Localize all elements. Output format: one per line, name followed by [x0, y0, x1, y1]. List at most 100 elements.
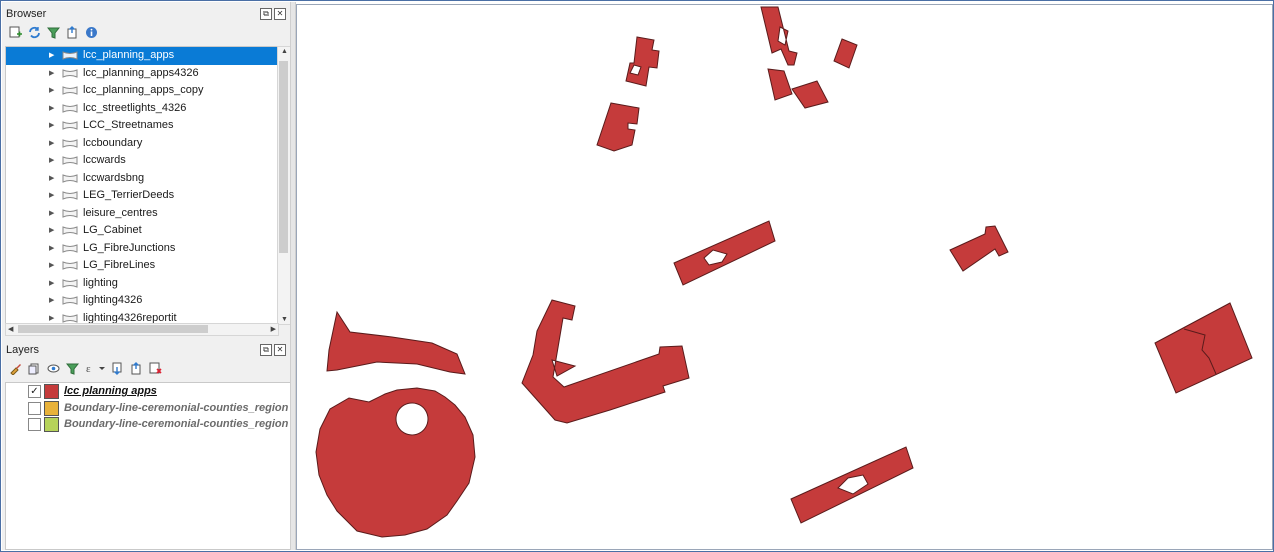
layer-symbol-swatch[interactable]	[44, 384, 59, 399]
browser-item[interactable]: ▶ LCC_Streetnames	[6, 117, 278, 135]
map-feature	[521, 299, 690, 424]
postgis-table-icon	[62, 86, 78, 95]
layers-tree[interactable]: ✓ lcc planning apps Boundary-line-ceremoni…	[5, 382, 291, 550]
layer-symbol-swatch[interactable]	[44, 417, 59, 432]
browser-item[interactable]: ▶ LG_FibreLines	[6, 257, 278, 275]
expand-arrow-icon[interactable]: ▶	[49, 100, 54, 118]
browser-horizontal-scrollbar[interactable]: ◀ ▶	[5, 323, 279, 336]
expand-arrow-icon[interactable]: ▶	[49, 117, 54, 135]
browser-item[interactable]: ▶ lighting4326	[6, 292, 278, 310]
map-feature	[596, 102, 640, 152]
browser-item[interactable]: ▶ lccwardsbng	[6, 170, 278, 188]
browser-item[interactable]: ▶ lccwards	[6, 152, 278, 170]
add-selected-layers-icon[interactable]	[8, 25, 23, 40]
browser-item-label: LG_Cabinet	[83, 224, 142, 236]
scroll-up-icon[interactable]: ▲	[281, 48, 288, 55]
expand-arrow-icon[interactable]: ▶	[49, 170, 54, 188]
expand-arrow-icon[interactable]: ▶	[49, 257, 54, 275]
expand-arrow-icon[interactable]: ▶	[49, 240, 54, 258]
browser-item-label: lccboundary	[83, 136, 143, 149]
qgis-window: Browser ⧉ ✕ ▶ lcc_planning_apps ▶ lcc_plann…	[0, 0, 1274, 552]
manage-visibility-icon[interactable]	[46, 361, 61, 376]
browser-item-label: LCC_Streetnames	[83, 119, 174, 131]
collapse-all-icon[interactable]	[129, 361, 144, 376]
layers-float-button[interactable]: ⧉	[260, 344, 272, 356]
layer-symbol-swatch[interactable]	[44, 400, 59, 416]
expand-arrow-icon[interactable]: ▶	[49, 275, 54, 293]
map-feature	[315, 387, 476, 538]
filter-expression-icon[interactable]: ε	[84, 361, 106, 376]
map-feature	[673, 220, 776, 286]
info-icon[interactable]	[84, 25, 99, 40]
browser-panel-title: Browser	[6, 8, 47, 20]
browser-item[interactable]: ▶ lcc_streetlights_4326	[6, 100, 278, 118]
remove-layer-icon[interactable]	[148, 361, 163, 376]
expand-arrow-icon[interactable]: ▶	[49, 82, 54, 100]
browser-item[interactable]: ▶ leisure_centres	[6, 205, 278, 223]
browser-tree[interactable]: ▶ lcc_planning_apps ▶ lcc_planning_apps4326…	[5, 46, 279, 324]
expand-arrow-icon[interactable]: ▶	[49, 187, 54, 205]
layers-dock-buttons: ⧉ ✕	[260, 344, 286, 356]
browser-item[interactable]: ▶ LEG_TerrierDeeds	[6, 187, 278, 205]
scroll-left-icon[interactable]: ◀	[8, 325, 13, 333]
expand-arrow-icon[interactable]: ▶	[49, 47, 54, 65]
layer-item[interactable]: ✓ lcc planning apps	[6, 383, 290, 400]
map-canvas[interactable]	[296, 4, 1273, 550]
collapse-all-icon[interactable]	[65, 25, 80, 40]
postgis-table-icon	[62, 51, 78, 60]
browser-float-button[interactable]: ⧉	[260, 8, 272, 20]
scrollbar-thumb[interactable]	[279, 61, 288, 253]
browser-item[interactable]: ▶ LG_Cabinet	[6, 222, 278, 240]
expand-arrow-icon[interactable]: ▶	[49, 205, 54, 223]
style-paint-icon[interactable]	[8, 361, 23, 376]
map-feature	[1154, 302, 1253, 394]
expand-all-icon[interactable]	[110, 361, 125, 376]
map-features[interactable]	[297, 5, 1272, 549]
add-group-icon[interactable]	[27, 361, 42, 376]
postgis-table-icon	[62, 296, 78, 305]
layers-close-button[interactable]: ✕	[274, 344, 286, 356]
expand-arrow-icon[interactable]: ▶	[49, 135, 54, 153]
scroll-right-icon[interactable]: ▶	[271, 325, 276, 333]
browser-close-button[interactable]: ✕	[274, 8, 286, 20]
browser-item[interactable]: ▶ lighting	[6, 275, 278, 293]
browser-item[interactable]: ▶ lcc_planning_apps	[6, 47, 278, 65]
browser-item[interactable]: ▶ lcc_planning_apps4326	[6, 65, 278, 83]
browser-toolbar	[8, 25, 99, 40]
browser-item[interactable]: ▶ lccboundary	[6, 135, 278, 153]
postgis-table-icon	[62, 226, 78, 235]
layer-visibility-checkbox[interactable]	[28, 401, 41, 415]
layer-visibility-checkbox[interactable]: ✓	[28, 385, 41, 398]
postgis-table-icon	[62, 191, 78, 200]
browser-vertical-scrollbar[interactable]: ▲ ▼	[277, 46, 291, 325]
postgis-table-icon	[62, 173, 78, 183]
browser-item-label: lcc_planning_apps	[83, 49, 175, 61]
scrollbar-thumb[interactable]	[18, 325, 208, 333]
browser-item[interactable]: ▶ lcc_planning_apps_copy	[6, 82, 278, 100]
browser-item-label: lcc_streetlights_4326	[83, 101, 187, 114]
expand-arrow-icon[interactable]: ▶	[49, 310, 54, 324]
refresh-icon[interactable]	[27, 25, 42, 40]
browser-item[interactable]: ▶ LG_FibreJunctions	[6, 240, 278, 258]
expand-arrow-icon[interactable]: ▶	[49, 152, 54, 170]
browser-item-label: lighting	[83, 276, 118, 289]
expand-arrow-icon[interactable]: ▶	[49, 222, 54, 240]
map-feature	[760, 6, 798, 66]
feature-layer	[315, 6, 1253, 538]
browser-item[interactable]: ▶ lighting4326reportit	[6, 310, 278, 324]
expand-arrow-icon[interactable]: ▶	[49, 292, 54, 310]
scroll-down-icon[interactable]: ▼	[281, 316, 288, 323]
browser-dock-buttons: ⧉ ✕	[260, 8, 286, 20]
expand-arrow-icon[interactable]: ▶	[49, 65, 54, 83]
layer-item[interactable]: Boundary-line-ceremonial-counties_region	[6, 416, 290, 433]
postgis-table-icon	[62, 208, 78, 218]
browser-item-label: lccwardsbng	[83, 171, 145, 184]
filter-legend-icon[interactable]	[65, 361, 80, 376]
postgis-table-icon	[62, 121, 78, 130]
browser-item-label: lighting4326	[83, 294, 143, 306]
layer-item[interactable]: Boundary-line-ceremonial-counties_region	[6, 400, 290, 417]
left-dock: Browser ⧉ ✕ ▶ lcc_planning_apps ▶ lcc_plann…	[2, 2, 291, 550]
filter-icon[interactable]	[46, 25, 61, 40]
layer-visibility-checkbox[interactable]	[28, 418, 41, 431]
browser-item-label: lccwards	[83, 154, 126, 166]
